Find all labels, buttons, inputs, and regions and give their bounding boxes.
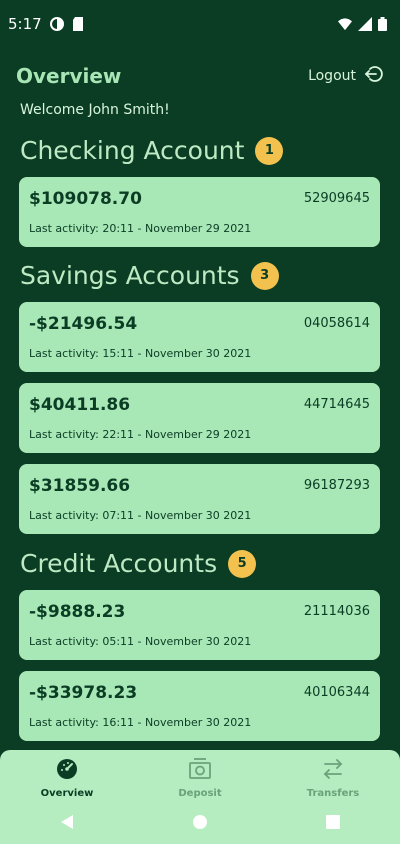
account-number: 44714645	[303, 397, 370, 412]
back-icon[interactable]	[57, 812, 77, 832]
nav-overview[interactable]: Overview	[7, 756, 127, 799]
account-number: 21114036	[303, 604, 370, 619]
count-badge: 3	[250, 261, 279, 290]
logout-label: Logout	[308, 68, 356, 84]
nav-deposit[interactable]: Deposit	[140, 756, 260, 799]
signal-icon	[358, 17, 372, 31]
credit-section-title: Credit Accounts 5	[20, 549, 257, 578]
account-card[interactable]: -$9888.23 21114036 Last activity: 05:11 …	[19, 590, 380, 660]
last-activity: Last activity: 22:11 - November 29 2021	[29, 428, 252, 441]
welcome-message: Welcome John Smith!	[20, 102, 170, 118]
logout-button[interactable]: Logout	[308, 64, 384, 88]
nav-label: Transfers	[306, 788, 360, 799]
status-left: 5:17	[8, 15, 86, 33]
last-activity: Last activity: 05:11 - November 30 2021	[29, 635, 252, 648]
count-badge: 5	[228, 549, 257, 578]
account-card[interactable]: -$33978.23 40106344 Last activity: 16:11…	[19, 671, 380, 741]
account-balance: -$33978.23	[29, 683, 138, 703]
account-balance: $40411.86	[29, 395, 131, 415]
page-title: Overview	[16, 64, 122, 88]
system-navigation-bar	[0, 800, 400, 844]
status-time: 5:17	[8, 15, 42, 33]
last-activity: Last activity: 07:11 - November 30 2021	[29, 509, 252, 522]
count-badge: 1	[255, 136, 284, 165]
section-label: Credit Accounts	[20, 549, 218, 578]
nav-label: Overview	[40, 788, 94, 799]
status-right	[338, 17, 392, 31]
recents-icon[interactable]	[323, 812, 343, 832]
battery-icon	[378, 17, 392, 31]
data-saver-icon	[49, 17, 64, 31]
app-header: Overview Logout	[0, 58, 400, 94]
nav-transfers[interactable]: Transfers	[273, 756, 393, 799]
account-balance: -$21496.54	[29, 314, 138, 334]
account-number: 04058614	[303, 316, 370, 331]
last-activity: Last activity: 16:11 - November 30 2021	[29, 716, 252, 729]
account-balance: $31859.66	[29, 476, 131, 496]
checking-section-title: Checking Account 1	[20, 136, 284, 165]
section-label: Savings Accounts	[20, 261, 240, 290]
account-card[interactable]: -$21496.54 04058614 Last activity: 15:11…	[19, 302, 380, 372]
account-number: 96187293	[303, 478, 370, 493]
dashboard-icon	[54, 756, 80, 782]
status-bar: 5:17	[0, 0, 400, 48]
account-balance: $109078.70	[29, 189, 142, 209]
swap-arrows-icon	[320, 756, 346, 782]
sd-card-icon	[72, 17, 86, 31]
account-number: 52909645	[303, 191, 370, 206]
section-label: Checking Account	[20, 136, 245, 165]
last-activity: Last activity: 15:11 - November 30 2021	[29, 347, 252, 360]
nav-label: Deposit	[178, 788, 222, 799]
last-activity: Last activity: 20:11 - November 29 2021	[29, 222, 252, 235]
account-card[interactable]: $31859.66 96187293 Last activity: 07:11 …	[19, 464, 380, 534]
wifi-icon	[338, 17, 352, 31]
savings-section-title: Savings Accounts 3	[20, 261, 279, 290]
home-icon[interactable]	[190, 812, 210, 832]
account-balance: -$9888.23	[29, 602, 126, 622]
camera-deposit-icon	[187, 756, 213, 782]
account-number: 40106344	[303, 685, 370, 700]
account-card[interactable]: $40411.86 44714645 Last activity: 22:11 …	[19, 383, 380, 453]
logout-icon	[364, 64, 384, 88]
account-card[interactable]: $109078.70 52909645 Last activity: 20:11…	[19, 177, 380, 247]
